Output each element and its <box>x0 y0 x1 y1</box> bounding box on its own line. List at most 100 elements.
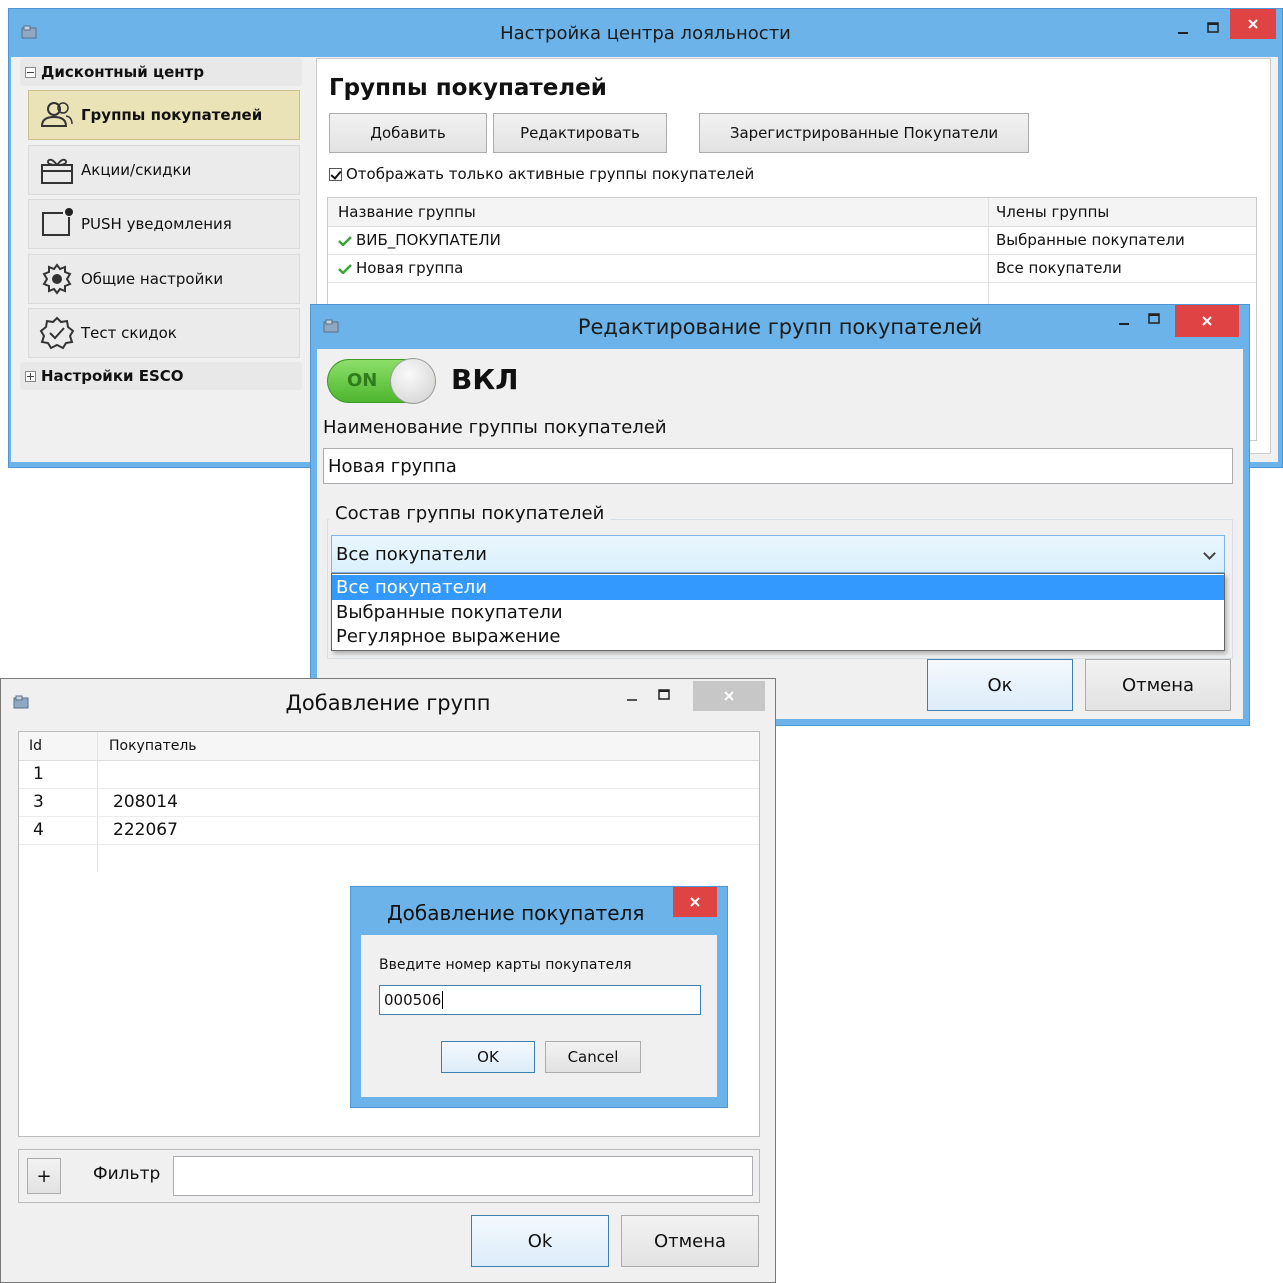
add-customer-client: Введите номер карты покупателя 000506 OK… <box>361 935 717 1097</box>
minimize-button[interactable] <box>1170 19 1196 39</box>
composition-select[interactable]: Все покупатели <box>331 535 1225 573</box>
edit-dialog-title: Редактирование групп покупателей <box>577 315 983 339</box>
close-icon <box>1248 19 1258 29</box>
sidebar-item-general-settings[interactable]: Общие настройки <box>28 254 300 304</box>
page-title: Группы покупателей <box>329 75 607 101</box>
minimize-icon <box>1178 32 1188 34</box>
sidebar-item-push[interactable]: PUSH уведомления <box>28 199 300 249</box>
badge-check-icon <box>39 316 75 350</box>
composition-selected-value: Все покупатели <box>336 543 487 565</box>
edit-dialog-titlebar[interactable]: Редактирование групп покупателей <box>311 305 1249 349</box>
composition-dropdown-list: Все покупатели Выбранные покупатели Регу… <box>331 573 1225 651</box>
customer-number: 222067 <box>113 820 178 840</box>
edit-ok-button[interactable]: Ок <box>927 659 1073 711</box>
maximize-icon <box>1207 21 1219 33</box>
column-header-members[interactable]: Члены группы <box>996 198 1109 226</box>
group-name: ВИБ_ПОКУПАТЕЛИ <box>356 231 501 249</box>
column-header-customer[interactable]: Покупатель <box>109 732 197 760</box>
edit-button[interactable]: Редактировать <box>493 113 667 153</box>
group-members: Все покупатели <box>996 259 1122 277</box>
table-header: Название группы Члены группы <box>328 198 1256 227</box>
filter-input[interactable] <box>173 1156 753 1196</box>
minimize-button[interactable] <box>1111 309 1137 331</box>
toggle-knob[interactable] <box>391 359 435 403</box>
edit-cancel-button[interactable]: Отмена <box>1085 659 1231 711</box>
collapse-icon[interactable] <box>25 66 36 78</box>
group-name-label: Наименование группы покупателей <box>323 417 667 438</box>
sidebar: Дисконтный центр Группы покупателей Акци… <box>20 58 302 454</box>
main-titlebar[interactable]: Настройка центра лояльности <box>9 9 1282 57</box>
active-only-row[interactable]: Отображать только активные группы покупа… <box>329 165 754 183</box>
card-number-value: 000506 <box>384 991 442 1009</box>
list-item[interactable]: 1 <box>19 760 759 789</box>
close-icon <box>724 691 734 701</box>
chevron-down-icon[interactable] <box>1203 547 1216 560</box>
add-groups-titlebar[interactable]: Добавление групп <box>1 679 775 725</box>
sidebar-item-label: Тест скидок <box>81 324 177 342</box>
list-item[interactable]: 3 208014 <box>19 788 759 817</box>
group-members: Выбранные покупатели <box>996 231 1185 249</box>
add-button[interactable]: Добавить <box>329 113 487 153</box>
active-only-checkbox[interactable] <box>329 167 342 181</box>
dropdown-option-selected[interactable]: Выбранные покупатели <box>332 600 1224 625</box>
close-icon <box>1202 316 1212 326</box>
edit-group-dialog: Редактирование групп покупателей ON ВКЛ … <box>310 304 1250 726</box>
filter-bar: + Фильтр <box>18 1149 760 1203</box>
dropdown-option-all[interactable]: Все покупатели <box>332 575 1224 600</box>
sidebar-item-discount-test[interactable]: Тест скидок <box>28 308 300 358</box>
add-groups-cancel-button[interactable]: Отмена <box>621 1215 759 1267</box>
add-customer-cancel-button[interactable]: Cancel <box>545 1041 641 1073</box>
list-item[interactable]: 4 222067 <box>19 816 759 845</box>
tree-node-esco-settings[interactable]: Настройки ESCO <box>20 362 302 390</box>
add-groups-ok-button[interactable]: Ok <box>471 1215 609 1267</box>
tree-node-label: Дисконтный центр <box>41 63 205 81</box>
text-cursor <box>442 991 444 1009</box>
table-row[interactable]: Новая группа Все покупатели <box>328 254 1256 283</box>
minimize-icon <box>627 699 637 701</box>
sidebar-item-label: Акции/скидки <box>81 161 192 179</box>
tree-node-label: Настройки ESCO <box>41 367 184 385</box>
minimize-icon <box>1119 323 1129 325</box>
users-icon <box>40 102 73 127</box>
close-icon <box>690 897 700 907</box>
filter-label: Фильтр <box>93 1164 161 1184</box>
card-number-label: Введите номер карты покупателя <box>379 957 632 973</box>
maximize-icon <box>1148 312 1160 324</box>
maximize-button[interactable] <box>1200 17 1226 37</box>
notification-icon <box>42 208 73 236</box>
sidebar-item-promotions[interactable]: Акции/скидки <box>28 145 300 195</box>
sidebar-item-label: Группы покупателей <box>81 106 263 124</box>
tree-node-discount-center[interactable]: Дисконтный центр <box>20 58 302 86</box>
sidebar-item-customer-groups[interactable]: Группы покупателей <box>28 90 300 140</box>
registered-customers-button[interactable]: Зарегистрированные Покупатели <box>699 113 1029 153</box>
enabled-toggle[interactable]: ON <box>327 359 435 403</box>
group-name: Новая группа <box>356 259 464 277</box>
add-plus-button[interactable]: + <box>27 1158 61 1194</box>
active-only-label: Отображать только активные группы покупа… <box>346 165 755 183</box>
dropdown-option-regex[interactable]: Регулярное выражение <box>332 624 1224 649</box>
maximize-button[interactable] <box>651 683 677 705</box>
toggle-on-label: ON <box>347 370 378 391</box>
maximize-button[interactable] <box>1141 307 1167 329</box>
column-header-id[interactable]: Id <box>29 732 42 760</box>
column-header-group-name[interactable]: Название группы <box>338 198 476 226</box>
table-row[interactable]: ВИБ_ПОКУПАТЕЛИ Выбранные покупатели <box>328 226 1256 255</box>
add-customer-ok-button[interactable]: OK <box>441 1041 535 1073</box>
maximize-icon <box>658 688 670 700</box>
minimize-button[interactable] <box>619 685 645 707</box>
customer-id: 1 <box>33 764 44 784</box>
customer-id: 4 <box>33 820 44 840</box>
expand-icon[interactable] <box>25 370 36 382</box>
close-button[interactable] <box>1230 9 1276 39</box>
customer-id: 3 <box>33 792 44 812</box>
active-check-icon <box>338 235 352 246</box>
card-number-input[interactable]: 000506 <box>379 985 701 1015</box>
active-check-icon <box>338 263 352 274</box>
close-button[interactable] <box>673 887 717 917</box>
close-button[interactable] <box>693 681 765 711</box>
sidebar-item-label: Общие настройки <box>81 270 224 288</box>
group-name-input[interactable]: Новая группа <box>323 448 1233 484</box>
close-button[interactable] <box>1175 305 1239 337</box>
customer-number: 208014 <box>113 792 178 812</box>
main-window-title: Настройка центра лояльности <box>500 23 791 44</box>
